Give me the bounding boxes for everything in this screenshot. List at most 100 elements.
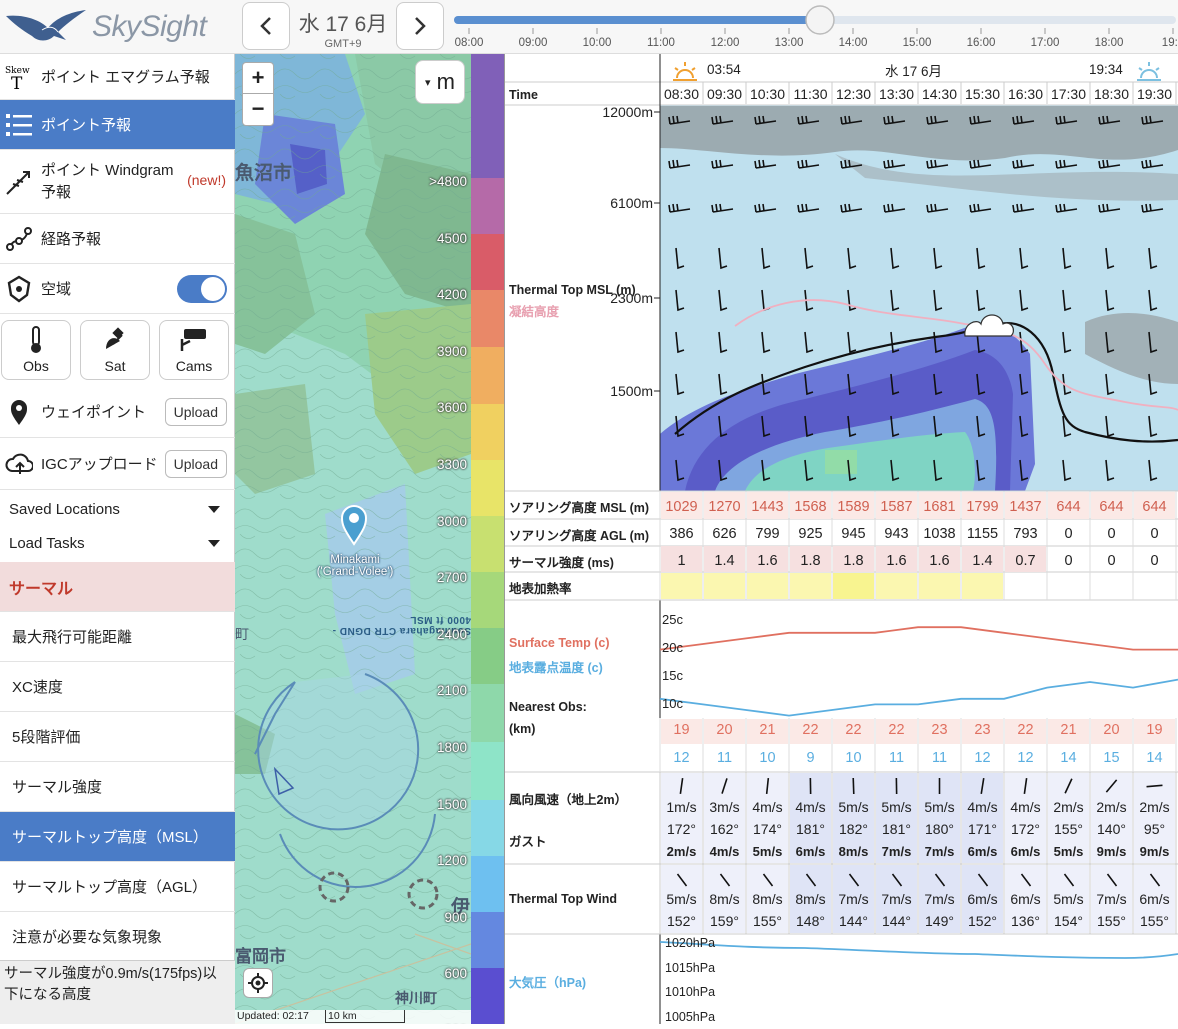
wind-speed-cell: 4m/s [789,799,832,815]
cams-label: Cams [160,358,228,374]
time-label: Time [509,88,538,102]
heating-cell [704,573,745,599]
dew-cell: 10 [832,750,875,766]
time-cell: 11:30 [789,86,832,102]
wind-arrow [853,778,854,794]
zoom-out-button[interactable]: − [243,94,273,125]
dew-cell: 15 [1090,750,1133,766]
layer-item[interactable]: 注意が必要な気象現象 [0,912,235,962]
sidebar-item-waypoint[interactable]: ウェイポイント Upload [0,386,235,438]
temp-cell: 19 [660,722,703,738]
data-cell: 1.4 [961,553,1004,569]
waypoint-upload-button[interactable]: Upload [165,398,227,426]
sat-button[interactable]: Sat [80,320,150,380]
ttw-dir-cell: 155° [746,913,789,929]
sidebar-item-igc[interactable]: IGCアップロード Upload [0,438,235,490]
sidebar-item-windgram[interactable]: ポイント Windgram予報 (new!) [0,150,235,214]
airspace-toggle[interactable] [177,275,227,303]
color-swatch [471,404,505,460]
data-cell: 626 [703,526,746,542]
cams-button[interactable]: Cams [159,320,229,380]
temp-cell: 22 [875,722,918,738]
legend-label: 3300 [437,457,467,472]
layer-item[interactable]: サーマル強度 [0,762,235,812]
dew-cell: 12 [660,750,703,766]
map[interactable]: + − ▾ m 魚沼市 町 富岡市 神川町 伊 Soumagahara CTR … [235,54,471,1024]
layer-item[interactable]: サーマルトップ高度（MSL） [0,812,235,862]
wind-speed-cell: 2m/s [1133,799,1176,815]
load-tasks-dropdown[interactable]: Load Tasks [0,526,235,560]
gust-label: ガスト [509,831,547,850]
time-cell: 16:30 [1004,86,1047,102]
unit-selector[interactable]: ▾ m [415,60,465,104]
altitude-label: 12000m [575,104,653,120]
windgram-icon [5,168,33,196]
cloud-upload-icon [5,450,33,478]
km-label: (km) [509,722,535,736]
next-day-button[interactable] [396,2,444,50]
time-slider[interactable]: 08:0009:0010:0011:0012:0013:0014:0015:00… [452,0,1178,54]
data-cell: 0 [1090,526,1133,542]
skew-t-icon: SkewT [5,63,33,91]
logo[interactable]: SkySight [4,6,234,50]
data-cell: 1568 [789,499,832,515]
sunrise-icon [671,60,699,82]
sidebar-item-point-forecast[interactable]: ポイント予報 [0,100,235,150]
sidebar-item-airspace[interactable]: 空域 [0,264,235,314]
new-badge: (new!) [187,172,226,188]
wind-dir-cell: 181° [789,821,832,837]
data-cell: 1589 [832,499,875,515]
layer-item[interactable]: サーマルトップ高度（AGL） [0,862,235,912]
layer-item[interactable]: 最大飛行可能距離 [0,612,235,662]
data-cell: 1.6 [875,553,918,569]
data-cell: 0 [1047,553,1090,569]
sunrise-time: 03:54 [707,62,741,77]
legend-label: 600 [444,966,467,981]
obs-button[interactable]: Obs [1,320,71,380]
heating-label: 地表加熱率 [509,578,572,597]
data-cell: 0 [1090,553,1133,569]
layer-item[interactable]: 5段階評価 [0,712,235,762]
altitude-label: 1500m [575,383,653,399]
high-cloud [660,106,1178,160]
legend-label: 2700 [437,570,467,585]
temp-axis-label: 20c [662,640,683,655]
temp-cell: 22 [789,722,832,738]
layer-item[interactable]: XC速度 [0,662,235,712]
prev-day-button[interactable] [242,2,290,50]
location-marker[interactable] [339,504,369,548]
ttw-speed-cell: 6m/s [1133,891,1176,907]
time-cell: 19:30 [1133,86,1176,102]
svg-text:T: T [11,74,23,91]
time-cell: 10:30 [746,86,789,102]
gust-cell: 5m/s [746,844,789,859]
wind-speed-cell: 1m/s [660,799,703,815]
legend-label: 3900 [437,344,467,359]
data-cell: 644 [1047,499,1090,515]
dewpoint-line [660,680,1178,716]
igc-upload-button[interactable]: Upload [165,450,227,478]
airspace-icon [5,275,33,303]
dew-cell: 12 [1004,750,1047,766]
color-swatch [471,290,505,347]
sidebar-item-route[interactable]: 経路予報 [0,214,235,264]
timeline-track[interactable]: 08:0009:0010:0011:0012:0013:0014:0015:00… [452,0,1178,54]
data-cell: 1.8 [789,553,832,569]
data-cell: 799 [746,526,789,542]
zoom-in-button[interactable]: + [243,63,273,94]
color-scale-bar [471,54,505,1024]
locate-button[interactable] [243,968,273,998]
time-cell: 13:30 [875,86,918,102]
data-cell: 1437 [1004,499,1047,515]
legend-label: 1800 [437,740,467,755]
dewpoint-legend: 地表露点温度 (c) [509,657,603,676]
time-cell: 14:30 [918,86,961,102]
legend-label: 4500 [437,231,467,246]
sidebar-item-skewt[interactable]: SkewT ポイント エマグラム予報 [0,54,235,100]
crosshair-icon [248,973,268,993]
data-cell: 644 [1133,499,1176,515]
section-thermal[interactable]: サーマル [0,562,235,612]
sidebar-item-label: ポイント予報 [41,114,131,135]
saved-locations-dropdown[interactable]: Saved Locations [0,492,235,526]
wind-speed-cell: 4m/s [961,799,1004,815]
